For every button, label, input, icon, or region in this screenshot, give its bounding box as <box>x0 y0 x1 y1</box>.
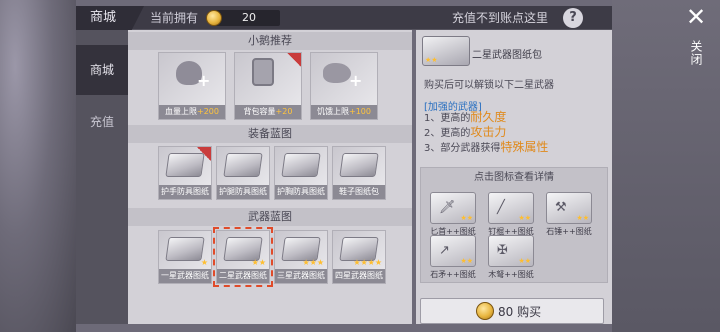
item-shoes-blueprint-pack[interactable]: 鞋子图纸包 <box>332 146 386 200</box>
buy-label[interactable]: 80 购买 <box>498 304 541 320</box>
click-hint: 点击图标查看详情 <box>474 172 554 183</box>
item-chest-armor-blueprint[interactable]: 护胸防具图纸 <box>274 146 328 200</box>
item-label: 背包容量+20 <box>235 105 301 119</box>
item-leg-armor-blueprint[interactable]: 护腿防具图纸 <box>216 146 270 200</box>
sale-ribbon <box>287 53 301 67</box>
sale-ribbon <box>197 147 211 161</box>
feature-line: 2、更高的攻击力 <box>424 125 507 139</box>
item-weapon-blueprint-2star[interactable]: ★★ 二星武器图纸 <box>216 230 270 284</box>
tab-shop[interactable]: 商城 <box>76 45 128 95</box>
close-label[interactable]: 关闭 <box>688 40 705 66</box>
star-rating: ★★★★ <box>353 258 382 267</box>
coin-icon <box>476 302 494 320</box>
weapon-label: 木弩++图纸 <box>488 270 534 279</box>
item-health-max[interactable]: + 血量上限+200 <box>158 52 226 120</box>
owned-label: 当前拥有 <box>150 11 199 25</box>
item-label: 二星武器图纸 <box>217 269 269 283</box>
blueprint-icon <box>339 153 379 177</box>
crossbow-icon: ✠ <box>497 243 508 258</box>
item-hand-armor-blueprint[interactable]: 护手防具图纸 <box>158 146 212 200</box>
help-icon[interactable]: ? <box>563 8 583 28</box>
star-rating: ★★ <box>460 257 473 265</box>
weapon-stone-hammer-icon[interactable]: ⚒ ★★ <box>546 192 592 224</box>
backpack-icon <box>252 58 274 86</box>
stomach-icon <box>323 63 351 83</box>
blueprint-icon <box>165 237 205 261</box>
recharge-issue-link[interactable]: 充值不到账点这里 <box>452 10 548 26</box>
star-rating: ★★ <box>425 56 438 64</box>
section-title-equipment: 装备蓝图 <box>128 125 412 143</box>
coin-icon <box>206 10 222 26</box>
item-label: 一星武器图纸 <box>159 269 211 283</box>
star-rating: ★★ <box>460 214 473 222</box>
item-image <box>217 147 269 185</box>
weapon-spiked-club-icon[interactable]: ╱ ★★ <box>488 192 534 224</box>
star-rating: ★★ <box>518 257 531 265</box>
weapon-crossbow-icon[interactable]: ✠ ★★ <box>488 235 534 267</box>
background-left <box>0 0 76 332</box>
item-label: 三星武器图纸 <box>275 269 327 283</box>
item-label: 鞋子图纸包 <box>333 185 385 199</box>
item-label: 饥饿上限+100 <box>311 105 377 119</box>
feature-line: 3、部分武器获得特殊属性 <box>424 140 549 154</box>
blueprint-icon <box>223 153 263 177</box>
detail-pack-name: 二星武器图纸包 <box>472 50 542 61</box>
blueprint-pack-icon: ★★ <box>422 36 470 66</box>
star-rating: ★★ <box>251 258 266 267</box>
item-backpack-capacity[interactable]: 背包容量+20 <box>234 52 302 120</box>
item-label: 护胸防具图纸 <box>275 185 327 199</box>
club-icon: ╱ <box>497 200 505 215</box>
item-image <box>333 147 385 185</box>
spear-icon: ↗ <box>439 243 450 258</box>
star-rating: ★★ <box>518 214 531 222</box>
owned-value: 20 <box>242 11 256 24</box>
detail-unlock-text: 购买后可以解锁以下二星武器 <box>424 80 554 91</box>
feature-line: 1、更高的耐久度 <box>424 110 507 124</box>
weapon-dagger-icon[interactable]: 🗡 ★★ <box>430 192 476 224</box>
item-label: 护手防具图纸 <box>159 185 211 199</box>
dagger-icon: 🗡 <box>439 200 456 215</box>
section-title-recommend: 小鹅推荐 <box>128 32 412 50</box>
item-weapon-blueprint-4star[interactable]: ★★★★ 四星武器图纸 <box>332 230 386 284</box>
blueprint-icon <box>281 153 321 177</box>
hammer-icon: ⚒ <box>555 200 567 215</box>
weapon-label: 石锤++图纸 <box>546 227 592 236</box>
plus-icon: + <box>349 71 363 90</box>
item-weapon-blueprint-3star[interactable]: ★★★ 三星武器图纸 <box>274 230 328 284</box>
star-rating: ★★★ <box>302 258 324 267</box>
item-image: + <box>159 53 225 105</box>
star-rating: ★★ <box>576 214 589 222</box>
item-label: 四星武器图纸 <box>333 269 385 283</box>
plus-icon: + <box>197 71 211 90</box>
weapon-stone-spear-icon[interactable]: ↗ ★★ <box>430 235 476 267</box>
section-title-weapons: 武器蓝图 <box>128 208 412 226</box>
item-hunger-max[interactable]: + 饥饿上限+100 <box>310 52 378 120</box>
item-weapon-blueprint-1star[interactable]: ★ 一星武器图纸 <box>158 230 212 284</box>
item-label: 护腿防具图纸 <box>217 185 269 199</box>
weapon-label: 石矛++图纸 <box>430 270 476 279</box>
close-icon[interactable]: ✕ <box>684 5 708 30</box>
item-image: + <box>311 53 377 105</box>
tab-recharge[interactable]: 充值 <box>76 97 128 147</box>
item-label: 血量上限+200 <box>159 105 225 119</box>
star-rating: ★ <box>200 258 208 267</box>
item-image <box>275 147 327 185</box>
